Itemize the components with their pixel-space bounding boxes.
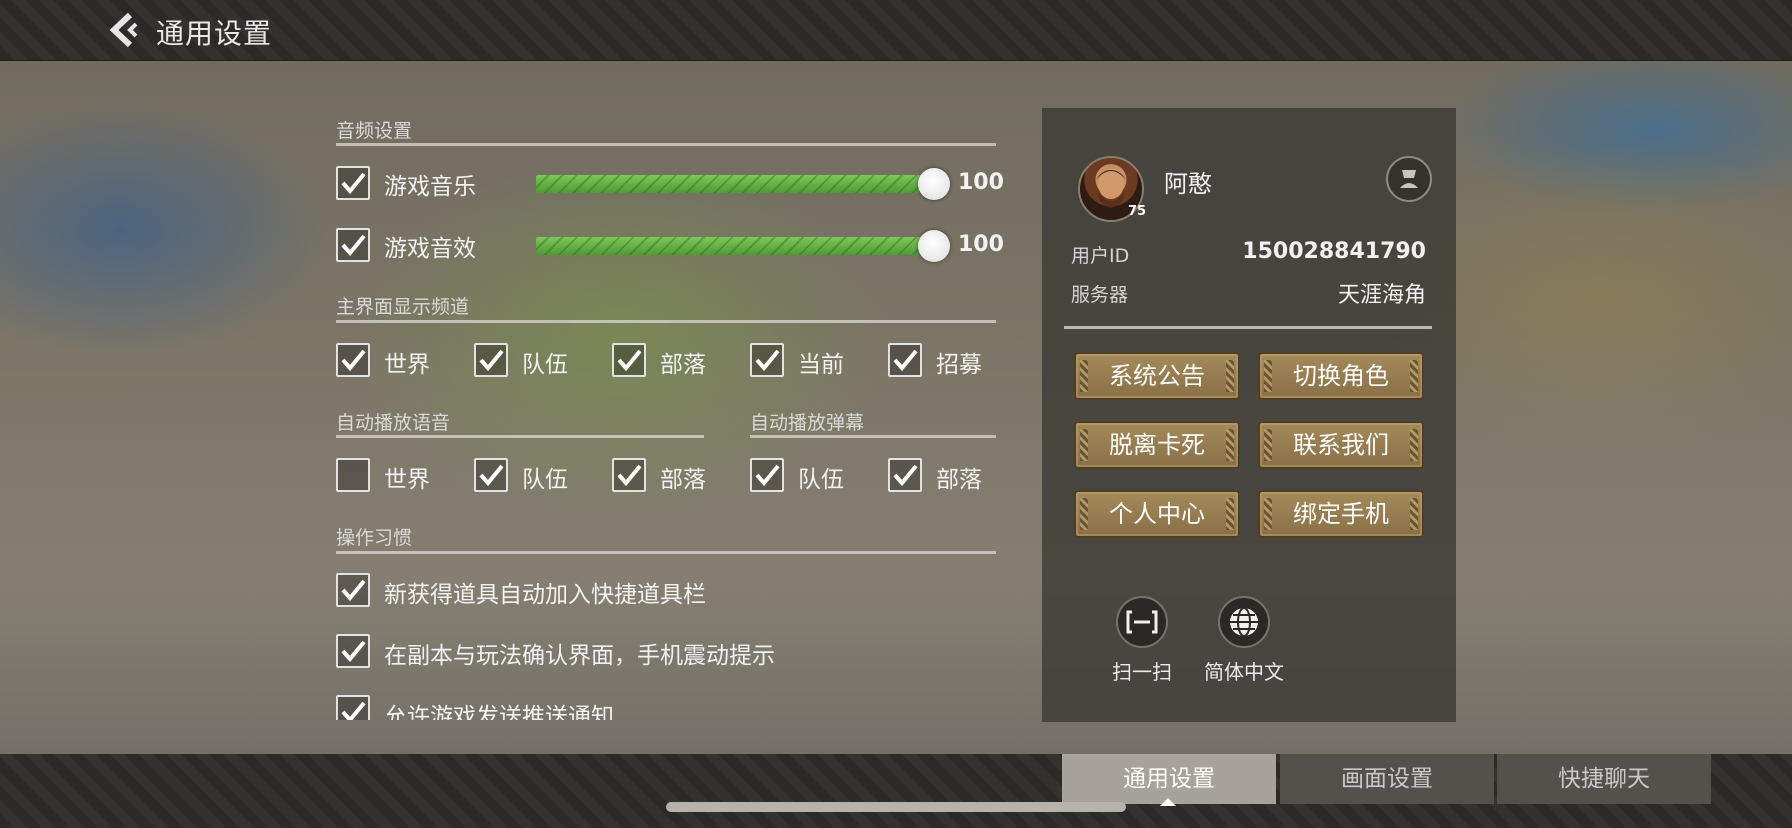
server-label: 服务器 [1071,284,1129,306]
tab-quick-chat[interactable]: 快捷聊天 [1497,754,1711,804]
music-slider[interactable] [536,175,936,193]
voice-team-checkbox[interactable] [474,458,508,492]
danmaku-team-label: 队伍 [798,467,844,493]
channel-world-label: 世界 [384,352,430,378]
switch-character-button[interactable]: 切换角色 [1258,352,1424,400]
audio-section-title: 音频设置 [336,120,413,142]
channel-world-checkbox[interactable] [336,343,370,377]
auto-add-item-checkbox[interactable] [336,573,370,607]
habits-scroll-clip: 允许游戏发送推送通知 [330,690,1010,720]
user-id-label: 用户ID [1071,245,1130,267]
sfx-volume-value: 100 [958,232,1004,257]
player-name: 阿憨 [1164,170,1212,198]
sfx-slider[interactable] [536,237,936,255]
user-id-value: 150028841790 [1242,239,1426,264]
voice-tribe-checkbox[interactable] [612,458,646,492]
voice-team-label: 队伍 [522,467,568,493]
check-icon [893,349,918,372]
sfx-checkbox[interactable] [336,228,370,262]
danmaku-tribe-checkbox[interactable] [888,458,922,492]
server-value: 天涯海角 [1337,283,1426,308]
vibrate-checkbox[interactable] [336,634,370,668]
auto-danmaku-divider [750,435,996,438]
page-title: 通用设置 [156,17,273,50]
back-icon[interactable] [108,12,142,48]
push-notify-label: 允许游戏发送推送通知 [384,704,614,720]
contact-us-button[interactable]: 联系我们 [1258,421,1424,469]
auto-voice-divider [336,435,704,438]
auto-danmaku-section-title: 自动播放弹幕 [750,412,865,434]
check-icon [341,349,366,372]
auto-add-item-label: 新获得道具自动加入快捷道具栏 [384,582,706,608]
home-indicator[interactable] [666,802,1126,812]
check-icon [341,234,366,257]
profile-panel: 75 阿憨 用户ID 150028841790 服务器 天涯海角 系统公告 切换… [1042,108,1456,722]
check-icon [479,464,504,487]
personal-center-button[interactable]: 个人中心 [1074,490,1240,538]
danmaku-team-checkbox[interactable] [750,458,784,492]
tab-graphics-settings[interactable]: 画面设置 [1280,754,1494,804]
channel-team-label: 队伍 [522,352,568,378]
channel-current-label: 当前 [798,352,844,378]
auto-voice-section-title: 自动播放语音 [336,412,451,434]
unstuck-label: 脱离卡死 [1109,431,1205,459]
check-icon [479,349,504,372]
sfx-slider-knob[interactable] [918,230,950,262]
music-checkbox[interactable] [336,166,370,200]
channels-divider [336,320,996,323]
scan-icon [1126,610,1158,634]
top-bar: 通用设置 [0,0,1792,61]
check-icon [341,640,366,663]
push-notify-checkbox[interactable] [336,695,370,720]
tab-general-settings[interactable]: 通用设置 [1062,754,1276,804]
channels-section-title: 主界面显示频道 [336,296,470,318]
bind-phone-label: 绑定手机 [1293,500,1389,528]
music-volume-value: 100 [958,170,1004,195]
channel-team-checkbox[interactable] [474,343,508,377]
voice-world-checkbox[interactable] [336,458,370,492]
channel-tribe-label: 部落 [660,352,706,378]
character-card-icon [1400,170,1418,188]
language-button[interactable] [1218,596,1270,648]
globe-icon [1230,607,1258,637]
profile-divider [1064,326,1432,329]
check-icon [755,464,780,487]
check-icon [341,579,366,602]
check-icon [617,349,642,372]
music-slider-knob[interactable] [918,168,950,200]
character-card-button[interactable] [1386,156,1432,202]
audio-divider [336,143,996,146]
vibrate-label: 在副本与玩法确认界面，手机震动提示 [384,643,775,669]
unstuck-button[interactable]: 脱离卡死 [1074,421,1240,469]
music-label: 游戏音乐 [384,174,476,200]
check-icon [341,172,366,195]
habits-divider [336,551,996,554]
bind-phone-button[interactable]: 绑定手机 [1258,490,1424,538]
scan-button[interactable] [1116,596,1168,648]
check-icon [893,464,918,487]
channel-recruit-checkbox[interactable] [888,343,922,377]
avatar-level: 75 [1128,204,1147,219]
active-tab-indicator [1160,798,1176,806]
scan-label: 扫一扫 [1112,660,1172,684]
system-notice-label: 系统公告 [1109,362,1205,390]
channel-recruit-label: 招募 [936,352,982,378]
check-icon [755,349,780,372]
language-label: 简体中文 [1204,660,1284,684]
voice-tribe-label: 部落 [660,467,706,493]
habits-section-title: 操作习惯 [336,527,413,549]
switch-character-label: 切换角色 [1293,362,1389,390]
sfx-label: 游戏音效 [384,236,476,262]
check-icon [341,701,366,720]
system-notice-button[interactable]: 系统公告 [1074,352,1240,400]
channel-tribe-checkbox[interactable] [612,343,646,377]
contact-us-label: 联系我们 [1293,431,1389,459]
danmaku-tribe-label: 部落 [936,467,982,493]
check-icon [617,464,642,487]
voice-world-label: 世界 [384,467,430,493]
personal-center-label: 个人中心 [1109,500,1205,528]
channel-current-checkbox[interactable] [750,343,784,377]
